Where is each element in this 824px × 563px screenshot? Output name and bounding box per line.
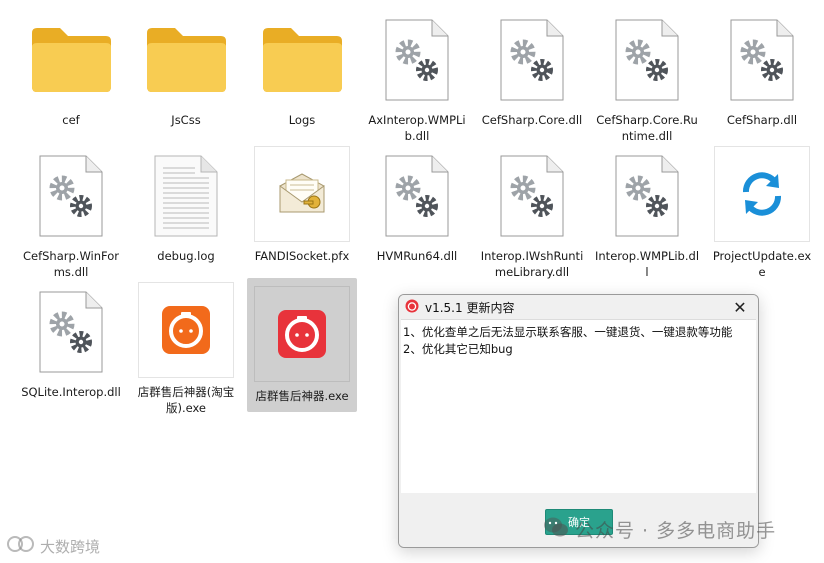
dialog-titlebar[interactable]: v1.5.1 更新内容 ✕ [399, 295, 758, 319]
file-name: 店群售后神器.exe [255, 389, 349, 403]
folder-icon [254, 14, 350, 106]
file-name: CefSharp.WinForms.dll [22, 249, 120, 279]
close-icon[interactable]: ✕ [728, 298, 752, 317]
folder-icon [23, 14, 119, 106]
file-name: AxInterop.WMPLib.dll [368, 113, 466, 143]
file-projectupdate-exe[interactable]: ProjectUpdate.exe [707, 138, 817, 280]
app-red-icon [254, 286, 350, 382]
update-dialog: v1.5.1 更新内容 ✕ 1、优化查单之后无法显示联系客服、一键退货、一键退款… [398, 294, 759, 548]
file-name: 店群售后神器(淘宝版).exe [137, 385, 235, 415]
file-cefsharp-core-runtime[interactable]: CefSharp.Core.Runtime.dll [592, 6, 702, 144]
dll-gear-icon [599, 14, 695, 106]
dll-gear-icon [714, 14, 810, 106]
wechat-icon [543, 516, 569, 543]
file-interop-iwshruntimelibrary[interactable]: Interop.IWshRuntimeLibrary.dll [477, 142, 587, 280]
file-name: CefSharp.dll [726, 113, 798, 127]
file-fandisocket-pfx[interactable]: FANDISocket.pfx [247, 138, 357, 264]
watermark-wechat: 公众号 · 多多电商助手 [543, 516, 776, 543]
file-name: FANDISocket.pfx [254, 249, 350, 263]
file-jscss[interactable]: JsCss [131, 6, 241, 128]
file-cef[interactable]: cef [16, 6, 126, 128]
refresh-arrows-icon [714, 146, 810, 242]
dll-gear-icon [23, 150, 119, 242]
file-name: Logs [288, 113, 316, 127]
file-axinterop-wmplib[interactable]: AxInterop.WMPLib.dll [362, 6, 472, 144]
file-name: debug.log [157, 249, 215, 263]
file-logs[interactable]: Logs [247, 6, 357, 128]
file-name: Interop.WMPLib.dll [595, 249, 700, 279]
watermark-brand: 大数跨境 [6, 535, 100, 557]
changelog-line: 1、优化查单之后无法显示联系客服、一键退货、一键退款等功能 [403, 325, 733, 339]
file-app-taobao-exe[interactable]: 店群售后神器(淘宝版).exe [131, 274, 241, 416]
changelog-textbox[interactable]: 1、优化查单之后无法显示联系客服、一键退货、一键退款等功能 2、优化其它已知bu… [401, 319, 756, 493]
file-name: CefSharp.Core.Runtime.dll [596, 113, 698, 143]
file-interop-wmplib[interactable]: Interop.WMPLib.dll [592, 142, 702, 280]
file-cefsharp[interactable]: CefSharp.dll [707, 6, 817, 128]
file-cefsharp-core[interactable]: CefSharp.Core.dll [477, 6, 587, 128]
folder-icon [138, 14, 234, 106]
dll-gear-icon [369, 14, 465, 106]
text-document-icon [138, 150, 234, 242]
file-hvmrun64[interactable]: HVMRun64.dll [362, 142, 472, 264]
file-debug-log[interactable]: debug.log [131, 142, 241, 264]
file-name: Interop.IWshRuntimeLibrary.dll [480, 249, 584, 279]
file-cefsharp-winforms[interactable]: CefSharp.WinForms.dll [16, 142, 126, 280]
dll-gear-icon [369, 150, 465, 242]
file-app-exe[interactable]: 店群售后神器.exe [247, 278, 357, 412]
app-orange-icon [138, 282, 234, 378]
dll-gear-icon [484, 150, 580, 242]
file-name: HVMRun64.dll [376, 249, 458, 263]
file-name: cef [62, 113, 80, 127]
dialog-title: v1.5.1 更新内容 [425, 300, 515, 315]
app-logo-icon [405, 298, 419, 317]
file-name: SQLite.Interop.dll [21, 385, 121, 399]
dll-gear-icon [599, 150, 695, 242]
file-sqlite-interop[interactable]: SQLite.Interop.dll [16, 278, 126, 400]
changelog-line: 2、优化其它已知bug [403, 342, 513, 356]
file-name: ProjectUpdate.exe [712, 249, 812, 279]
file-name: CefSharp.Core.dll [481, 113, 583, 127]
certificate-icon [254, 146, 350, 242]
watermark-text: 大数跨境 [40, 537, 101, 556]
brand-logo-icon [6, 535, 36, 557]
dll-gear-icon [484, 14, 580, 106]
file-name: JsCss [171, 113, 201, 127]
dll-gear-icon [23, 286, 119, 378]
watermark-text: 公众号 · 多多电商助手 [575, 520, 777, 542]
